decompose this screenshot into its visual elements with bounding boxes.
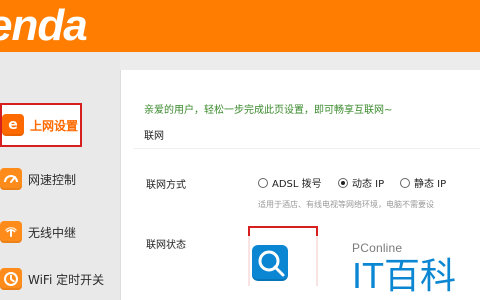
pconline-logo-icon: [252, 245, 288, 281]
sidebar-item-wifi-schedule[interactable]: WiFi 定时开关: [0, 257, 120, 300]
radio-label: 静态 IP: [414, 179, 447, 190]
e-icon: e: [2, 114, 24, 136]
router-admin-page: enda e 上网设置 网速控制 无线中继: [0, 0, 480, 300]
section-title: 联网: [144, 131, 164, 142]
sidebar-item-speed-control[interactable]: 网速控制: [0, 157, 120, 201]
radio-label: 动态 IP: [352, 179, 385, 190]
sidebar-item-label: WiFi 定时开关: [28, 272, 105, 287]
sidebar-item-wireless-relay[interactable]: 无线中继: [0, 210, 120, 254]
sidebar-item-label: 无线中继: [28, 225, 77, 240]
clock-icon: [0, 268, 22, 290]
adsl-dialup-radio[interactable]: ADSL 拨号: [258, 175, 322, 190]
welcome-text: 亲爱的用户，轻松一步完成此页设置，即可畅享互联网~: [144, 105, 393, 116]
speedometer-icon: [0, 168, 22, 190]
radio-indicator: [258, 177, 268, 188]
top-header-bar: enda: [0, 0, 480, 52]
sidebar-item-label: 网速控制: [28, 172, 77, 187]
sidebar-item-label: 上网设置: [30, 118, 79, 133]
wireless-relay-icon: [0, 221, 22, 243]
radio-indicator: [400, 177, 410, 188]
brand-logo-text: enda: [0, 1, 88, 50]
connection-status-label: 联网状态: [146, 240, 186, 251]
sidebar-item-internet-settings[interactable]: e 上网设置: [0, 103, 82, 147]
sidebar: e 上网设置 网速控制 无线中继 WiFi 定时开关: [0, 52, 120, 300]
dynamic-ip-radio[interactable]: 动态 IP: [338, 175, 384, 190]
radio-indicator: [338, 177, 348, 188]
connection-hint-text: 适用于酒店、有线电视等网络环境，电脑不需要设: [258, 200, 434, 209]
watermark-big-text: IT百科: [352, 255, 456, 296]
pconline-watermark: PConline IT百科: [234, 236, 480, 300]
radio-label: ADSL 拨号: [272, 179, 322, 190]
static-ip-radio[interactable]: 静态 IP: [400, 175, 446, 190]
connection-method-label: 联网方式: [146, 180, 186, 191]
watermark-small-text: PConline: [352, 241, 403, 255]
